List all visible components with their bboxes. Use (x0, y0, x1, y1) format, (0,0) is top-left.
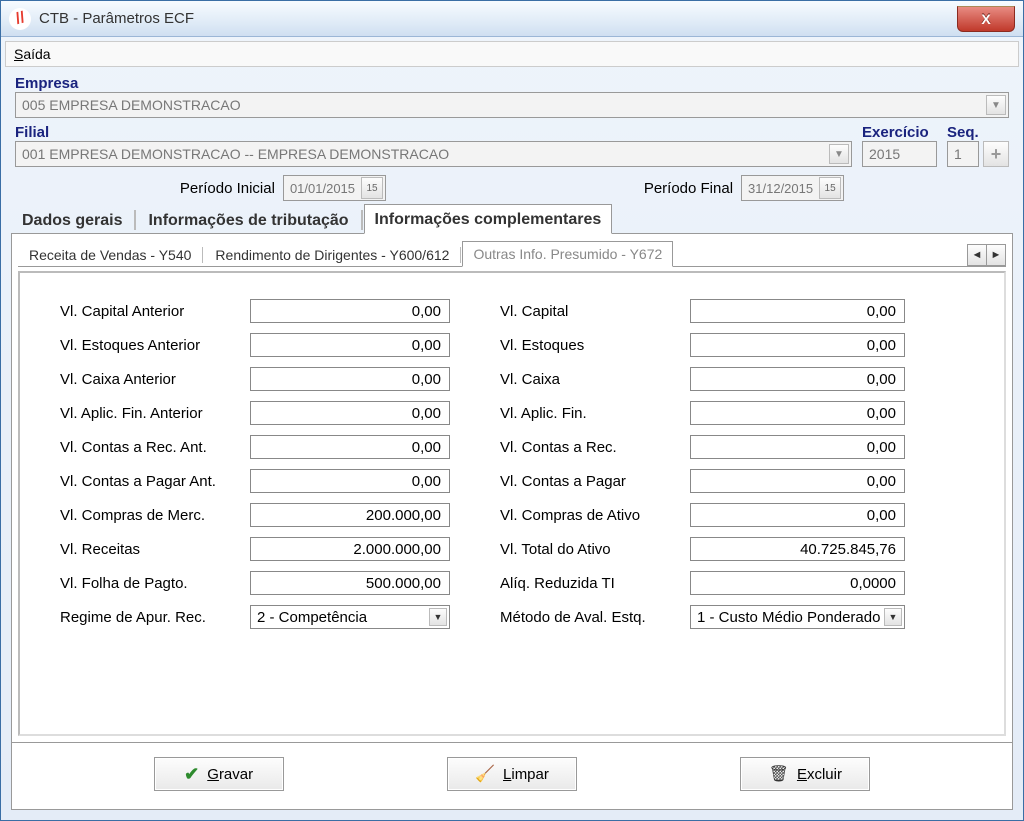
dropdown-icon: ▼ (884, 608, 902, 626)
numeric-input[interactable]: 0,00 (250, 435, 450, 459)
empresa-combo[interactable]: 005 EMPRESA DEMONSTRACAO ▼ (15, 92, 1009, 118)
calendar-icon[interactable]: 15 (361, 177, 383, 199)
subtab-y672[interactable]: Outras Info. Presumido - Y672 (462, 241, 673, 267)
field-label: Alíq. Reduzida TI (500, 575, 690, 592)
numeric-input[interactable]: 0,00 (690, 367, 905, 391)
regime-select[interactable]: 2 - Competência▼ (250, 605, 450, 629)
periodo-inicial-value: 01/01/2015 (290, 181, 355, 196)
titlebar: // CTB - Parâmetros ECF X (1, 1, 1023, 37)
field-label: Vl. Aplic. Fin. Anterior (60, 405, 250, 422)
dropdown-icon: ▼ (829, 144, 849, 164)
content-area: Empresa 005 EMPRESA DEMONSTRACAO ▼ Filia… (1, 67, 1023, 820)
seq-value: 1 (954, 146, 962, 162)
field-label: Vl. Contas a Pagar Ant. (60, 473, 250, 490)
field-label: Vl. Estoques Anterior (60, 337, 250, 354)
metodo-select[interactable]: 1 - Custo Médio Ponderado▼ (690, 605, 905, 629)
trash-icon: 🗑 (769, 764, 789, 784)
numeric-input[interactable]: 2.000.000,00 (250, 537, 450, 561)
numeric-input[interactable]: 0,00 (690, 401, 905, 425)
numeric-input[interactable]: 0,00 (690, 503, 905, 527)
field-label: Vl. Caixa (500, 371, 690, 388)
periodo-final-value: 31/12/2015 (748, 181, 813, 196)
exercicio-field[interactable]: 2015 (862, 141, 937, 167)
window-title: CTB - Parâmetros ECF (39, 10, 194, 27)
numeric-input[interactable]: 0,0000 (690, 571, 905, 595)
numeric-input[interactable]: 0,00 (250, 469, 450, 493)
field-label: Vl. Contas a Rec. Ant. (60, 439, 250, 456)
gravar-button[interactable]: ✔ Gravar (154, 757, 284, 791)
tab-informacoes-tributacao[interactable]: Informações de tributação (137, 205, 359, 234)
periodo-final-label: Período Final (644, 180, 733, 197)
field-label: Vl. Total do Ativo (500, 541, 690, 558)
numeric-input[interactable]: 0,00 (690, 333, 905, 357)
numeric-input[interactable]: 0,00 (250, 299, 450, 323)
periodo-final-field[interactable]: 31/12/2015 15 (741, 175, 844, 201)
filial-label: Filial (15, 124, 852, 141)
field-label: Vl. Folha de Pagto. (60, 575, 250, 592)
sub-tabs: Receita de Vendas - Y540 Rendimento de D… (18, 240, 1006, 267)
subtab-y540[interactable]: Receita de Vendas - Y540 (18, 242, 202, 267)
subtabs-panel: Receita de Vendas - Y540 Rendimento de D… (11, 234, 1013, 743)
seq-field[interactable]: 1 (947, 141, 979, 167)
tab-scroll-left[interactable]: ◄ (967, 244, 987, 266)
seq-add-button[interactable]: + (983, 141, 1009, 167)
tab-scroll-right[interactable]: ► (986, 244, 1006, 266)
form-panel: Vl. Capital Anterior0,00Vl. Capital0,00V… (18, 271, 1006, 736)
field-label: Vl. Compras de Ativo (500, 507, 690, 524)
menubar: Saída (5, 41, 1019, 67)
numeric-input[interactable]: 500.000,00 (250, 571, 450, 595)
menu-saida[interactable]: Saída (14, 46, 51, 62)
field-label: Vl. Capital Anterior (60, 303, 250, 320)
field-label: Vl. Caixa Anterior (60, 371, 250, 388)
field-label: Vl. Contas a Rec. (500, 439, 690, 456)
excluir-button[interactable]: 🗑 Excluir (740, 757, 870, 791)
limpar-button[interactable]: 🧹 Limpar (447, 757, 577, 791)
footer-buttons: ✔ Gravar 🧹 Limpar 🗑 Excluir (11, 743, 1013, 810)
periodo-inicial-field[interactable]: 01/01/2015 15 (283, 175, 386, 201)
numeric-input[interactable]: 0,00 (690, 435, 905, 459)
field-label: Vl. Contas a Pagar (500, 473, 690, 490)
calendar-icon[interactable]: 15 (819, 177, 841, 199)
tab-dados-gerais[interactable]: Dados gerais (11, 205, 133, 234)
filial-value: 001 EMPRESA DEMONSTRACAO -- EMPRESA DEMO… (22, 146, 449, 162)
metodo-label: Método de Aval. Estq. (500, 609, 690, 626)
periodo-inicial-label: Período Inicial (180, 180, 275, 197)
app-logo-icon: // (9, 8, 31, 30)
dropdown-icon: ▼ (429, 608, 447, 626)
subtab-y600[interactable]: Rendimento de Dirigentes - Y600/612 (204, 242, 460, 267)
close-button[interactable]: X (957, 6, 1015, 32)
exercicio-value: 2015 (869, 146, 900, 162)
numeric-input[interactable]: 0,00 (250, 367, 450, 391)
seq-label: Seq. (947, 124, 1009, 141)
field-label: Vl. Receitas (60, 541, 250, 558)
empresa-label: Empresa (15, 75, 1009, 92)
numeric-input[interactable]: 40.725.845,76 (690, 537, 905, 561)
numeric-input[interactable]: 0,00 (690, 469, 905, 493)
filial-combo[interactable]: 001 EMPRESA DEMONSTRACAO -- EMPRESA DEMO… (15, 141, 852, 167)
numeric-input[interactable]: 0,00 (690, 299, 905, 323)
regime-label: Regime de Apur. Rec. (60, 609, 250, 626)
numeric-input[interactable]: 200.000,00 (250, 503, 450, 527)
main-tabs: Dados gerais Informações de tributação I… (11, 203, 1013, 234)
field-label: Vl. Aplic. Fin. (500, 405, 690, 422)
broom-icon: 🧹 (475, 764, 495, 784)
app-window: // CTB - Parâmetros ECF X Saída Empresa … (0, 0, 1024, 821)
field-label: Vl. Capital (500, 303, 690, 320)
tab-informacoes-complementares[interactable]: Informações complementares (364, 204, 613, 234)
dropdown-icon: ▼ (986, 95, 1006, 115)
empresa-value: 005 EMPRESA DEMONSTRACAO (22, 97, 241, 113)
exercicio-label: Exercício (862, 124, 937, 141)
numeric-input[interactable]: 0,00 (250, 333, 450, 357)
numeric-input[interactable]: 0,00 (250, 401, 450, 425)
field-label: Vl. Compras de Merc. (60, 507, 250, 524)
field-label: Vl. Estoques (500, 337, 690, 354)
check-icon: ✔ (184, 764, 199, 785)
